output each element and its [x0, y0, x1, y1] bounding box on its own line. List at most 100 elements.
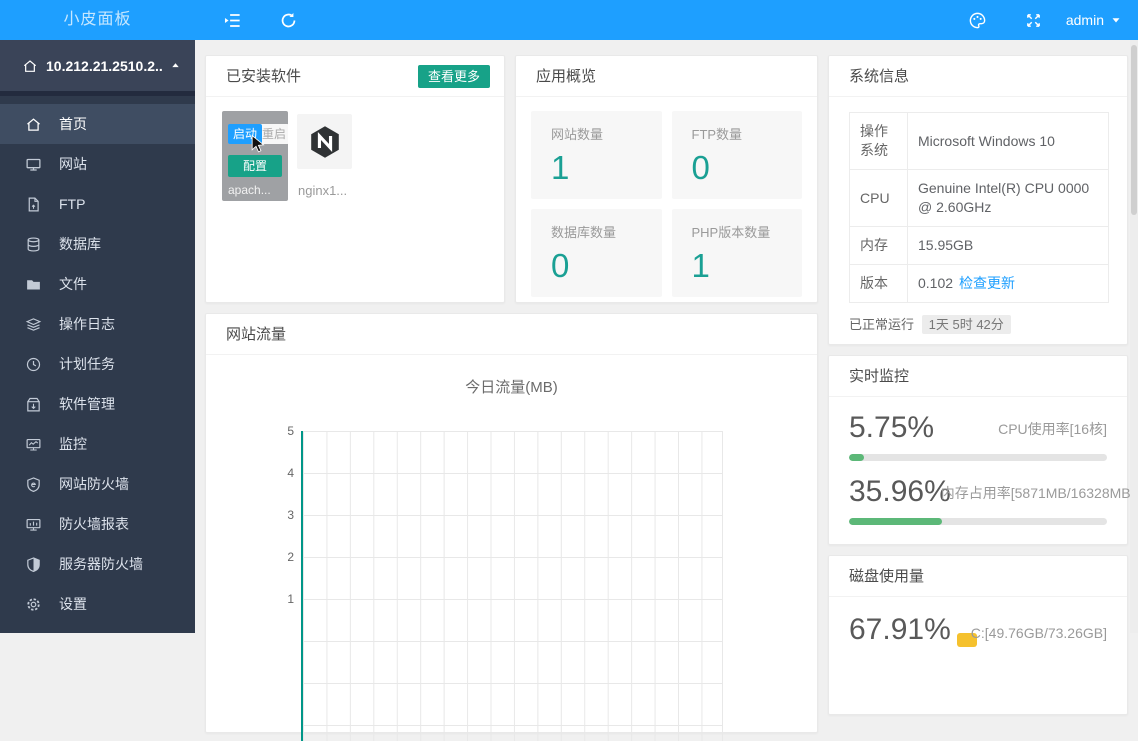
table-row: 内存 15.95GB	[849, 226, 1109, 265]
sidebar-item-label: 软件管理	[59, 396, 115, 412]
sidebar-item-waf[interactable]: 网站防火墙	[0, 464, 195, 504]
theme-button[interactable]	[957, 0, 997, 40]
realtime-monitor-card: 实时监控 5.75% CPU使用率[16核] 35.96% 内存占用率[5871…	[828, 355, 1135, 545]
cpu-usage-percent: 5.75%	[849, 411, 935, 444]
main-content: 已安装软件 查看更多 启动 重启 配置 apach... nginx1... 应…	[195, 40, 1138, 741]
sidebar-item-website[interactable]: 网站	[0, 144, 195, 184]
view-more-button[interactable]: 查看更多	[417, 65, 490, 88]
app-overview-card: 应用概览 网站数量 1 FTP数量 0 数据库数量 0 PHP版本数量 1	[515, 55, 818, 303]
stat-label: PHP版本数量	[691, 225, 771, 240]
memory-usage-percent: 35.96%	[849, 475, 951, 508]
sidebar-item-settings[interactable]: 设置	[0, 584, 195, 624]
gear-icon	[25, 596, 42, 613]
palette-icon	[968, 11, 987, 30]
card-header: 应用概览	[516, 56, 817, 97]
stat-value: 0	[551, 247, 570, 284]
fullscreen-icon	[1025, 12, 1042, 29]
card-header: 已安装软件 查看更多	[206, 56, 504, 97]
disk-usage-label: C:[49.76GB/73.26GB]	[970, 625, 1107, 641]
row-value: 0.102 检查更新	[907, 264, 1109, 303]
stat-value: 1	[551, 149, 570, 186]
sidebar-item-label: 设置	[59, 596, 87, 612]
sidebar-item-cron[interactable]: 计划任务	[0, 344, 195, 384]
stat-value: 1	[691, 247, 710, 284]
caret-up-icon	[170, 60, 181, 71]
sidebar-item-ftp[interactable]: FTP	[0, 184, 195, 224]
uptime-row: 已正常运行 1天 5时 42分	[849, 314, 1107, 334]
caret-down-icon	[1110, 14, 1122, 26]
card-title: 实时监控	[849, 368, 910, 385]
software-tiles: 启动 重启 配置 apach... nginx1...	[206, 97, 504, 215]
row-label: CPU	[849, 169, 908, 227]
software-tile-nginx[interactable]: nginx1...	[294, 111, 360, 201]
card-header: 实时监控	[829, 356, 1127, 397]
sidebar: 10.212.21.2510.2... 首页 网站 FTP 数据库 文件 操作日…	[0, 40, 195, 633]
scrollbar-thumb[interactable]	[1131, 45, 1137, 215]
cpu-usage-label: CPU使用率[16核]	[998, 421, 1107, 437]
stat-value: 0	[691, 149, 710, 186]
clock-icon	[25, 356, 42, 373]
folder-icon	[25, 276, 42, 293]
sidebar-menu: 首页 网站 FTP 数据库 文件 操作日志 计划任务 软件管理 监控 网站防火墙…	[0, 96, 195, 624]
sidebar-item-monitor[interactable]: 监控	[0, 424, 195, 464]
row-value: Microsoft Windows 10	[907, 112, 1109, 170]
cpu-usage-bar-fill	[849, 454, 864, 461]
file-transfer-icon	[25, 196, 42, 213]
system-info-table: 操作系统 Microsoft Windows 10 CPU Genuine In…	[849, 112, 1109, 303]
sidebar-item-operation-log[interactable]: 操作日志	[0, 304, 195, 344]
row-value: 15.95GB	[907, 226, 1109, 265]
stat-databases: 数据库数量 0	[531, 209, 662, 297]
memory-usage-bar-fill	[849, 518, 942, 525]
y-tick: 4	[287, 466, 294, 480]
memory-usage-row: 35.96% 内存占用率[5871MB/16328MB]	[829, 475, 1135, 525]
software-tile-apache[interactable]: 启动 重启 配置 apach...	[222, 111, 288, 201]
shield-half-icon	[25, 556, 42, 573]
sidebar-item-label: 操作日志	[59, 316, 115, 332]
monitor-chart-icon	[25, 436, 42, 453]
card-header: 磁盘使用量	[829, 556, 1127, 597]
fullscreen-button[interactable]	[1013, 0, 1053, 40]
y-tick: 1	[287, 592, 294, 606]
card-title: 系统信息	[849, 68, 910, 85]
sidebar-item-home[interactable]: 首页	[0, 104, 195, 144]
y-tick: 2	[287, 550, 294, 564]
package-icon	[25, 396, 42, 413]
row-label: 版本	[849, 264, 908, 303]
stat-php-versions: PHP版本数量 1	[671, 209, 802, 297]
sidebar-item-label: FTP	[59, 196, 86, 212]
server-address: 10.212.21.2510.2...	[46, 57, 162, 74]
scrollbar[interactable]	[1130, 40, 1138, 633]
home-icon	[22, 58, 38, 74]
admin-menu[interactable]: admin	[1058, 0, 1130, 40]
row-label: 内存	[849, 226, 908, 265]
collapse-sidebar-button[interactable]	[212, 0, 252, 40]
stats-grid: 网站数量 1 FTP数量 0 数据库数量 0 PHP版本数量 1	[516, 97, 817, 311]
refresh-icon	[279, 11, 298, 30]
layers-icon	[25, 316, 42, 333]
y-tick: 5	[287, 424, 294, 438]
sidebar-item-database[interactable]: 数据库	[0, 224, 195, 264]
uptime-badge: 1天 5时 42分	[921, 315, 1011, 334]
sidebar-item-label: 文件	[59, 276, 87, 292]
y-tick: 3	[287, 508, 294, 522]
sidebar-item-label: 监控	[59, 436, 87, 452]
cpu-usage-bar	[849, 454, 1107, 461]
report-icon	[25, 516, 42, 533]
disk-usage-percent: 67.91%	[849, 613, 951, 646]
card-title: 应用概览	[536, 68, 597, 85]
uptime-label: 已正常运行	[849, 317, 915, 332]
check-update-link[interactable]: 检查更新	[959, 275, 1015, 291]
sidebar-item-server-firewall[interactable]: 服务器防火墙	[0, 544, 195, 584]
config-button[interactable]: 配置	[228, 155, 282, 177]
sidebar-item-software[interactable]: 软件管理	[0, 384, 195, 424]
sidebar-item-firewall-report[interactable]: 防火墙报表	[0, 504, 195, 544]
server-selector[interactable]: 10.212.21.2510.2...	[0, 40, 195, 96]
sidebar-item-label: 网站防火墙	[59, 476, 129, 492]
refresh-button[interactable]	[268, 0, 308, 40]
admin-label: admin	[1065, 12, 1104, 28]
card-title: 磁盘使用量	[849, 568, 925, 585]
card-header: 系统信息	[829, 56, 1127, 97]
sidebar-item-files[interactable]: 文件	[0, 264, 195, 304]
stat-label: 网站数量	[551, 127, 604, 142]
stat-websites: 网站数量 1	[531, 111, 662, 199]
